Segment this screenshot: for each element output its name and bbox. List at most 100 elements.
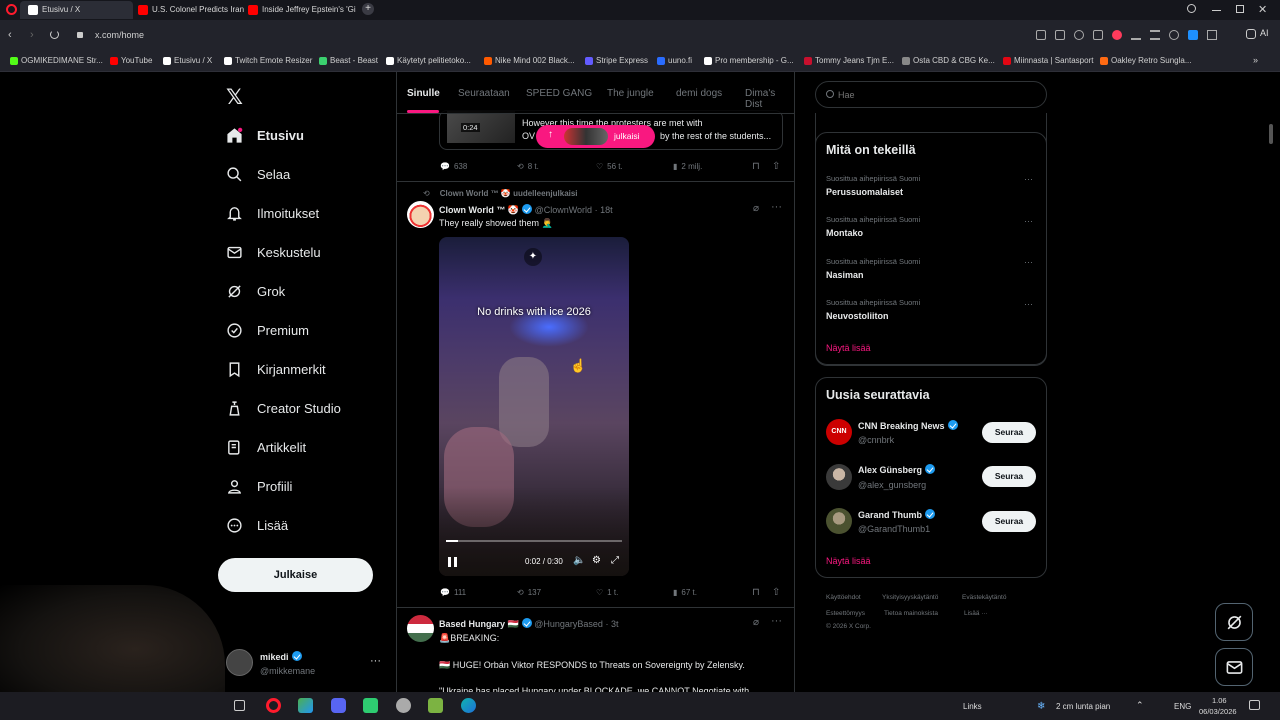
search-box[interactable]: [815, 81, 1047, 108]
bookmark-item[interactable]: Nike Mind 002 Black...: [484, 56, 575, 65]
bookmark-item[interactable]: Oakley Retro Sungla...: [1100, 56, 1191, 65]
account-avatar[interactable]: [226, 649, 253, 676]
bookmark-item[interactable]: OGMIKEDIMANE Str...: [10, 56, 103, 65]
basedhungary-avatar[interactable]: [407, 615, 434, 642]
bookmark-item[interactable]: Beast - Beast: [319, 56, 378, 65]
camera-icon[interactable]: [1055, 30, 1065, 40]
prev-replies[interactable]: 💬 638: [440, 162, 467, 171]
nav-more[interactable]: Lisää: [226, 512, 288, 538]
chevron-up-icon[interactable]: ⌃: [1136, 700, 1144, 711]
tab-speed-gang[interactable]: SPEED GANG: [526, 88, 592, 99]
footer-privacy[interactable]: Yksityisyyskäytäntö: [882, 594, 938, 601]
bookmark-item[interactable]: uuno.fi: [657, 56, 692, 65]
bookmark-item[interactable]: Tommy Jeans Tjm E...: [804, 56, 894, 65]
post1-replies[interactable]: 💬 111: [440, 588, 466, 597]
prev-share-icon[interactable]: ⇧: [772, 161, 780, 172]
notification-icon[interactable]: [1249, 700, 1260, 710]
footer-cookies[interactable]: Evästekäytäntö: [962, 594, 1006, 601]
task-view-icon[interactable]: [234, 700, 245, 711]
play-icon[interactable]: [1093, 30, 1103, 40]
garand-avatar[interactable]: [826, 508, 852, 534]
app-taskbar-icon[interactable]: [298, 698, 313, 713]
alex-avatar[interactable]: [826, 464, 852, 490]
post2-more-button[interactable]: ···: [771, 615, 782, 627]
settings-icon[interactable]: ⚙: [592, 555, 601, 566]
extension-blue-icon[interactable]: [1188, 30, 1198, 40]
follow-name[interactable]: Alex Günsberg: [858, 464, 936, 475]
trend-more-button[interactable]: ···: [1024, 216, 1033, 226]
trends-show-more-link[interactable]: Näytä lisää: [826, 343, 871, 353]
taskbar-language[interactable]: ENG: [1174, 702, 1191, 711]
account-more-button[interactable]: ···: [370, 655, 381, 667]
post1-share-icon[interactable]: ⇧: [772, 587, 780, 598]
follow-button[interactable]: Seuraa: [982, 511, 1036, 532]
opera-logo-icon[interactable]: [6, 4, 17, 15]
tab-demi-dogs[interactable]: demi dogs: [676, 88, 722, 99]
forward-icon[interactable]: ›: [30, 29, 34, 41]
follow-button[interactable]: Seuraa: [982, 466, 1036, 487]
tab-for-you[interactable]: Sinulle: [407, 88, 440, 99]
close-icon[interactable]: ✕: [1258, 3, 1267, 16]
taskbar-links[interactable]: Links: [963, 702, 982, 711]
trend-item[interactable]: Perussuomalaiset: [826, 187, 903, 197]
app-gray-taskbar-icon[interactable]: [396, 698, 411, 713]
tab-dimas-dist[interactable]: Dima's Dist: [745, 88, 794, 110]
bookmark-item[interactable]: Stripe Express: [585, 56, 648, 65]
new-tab-button[interactable]: +: [362, 3, 374, 15]
nav-explore[interactable]: Selaa: [226, 161, 290, 187]
app-green-taskbar-icon[interactable]: [363, 698, 378, 713]
bookmark-item[interactable]: YouTube: [110, 56, 152, 65]
bookmark-item[interactable]: Etusivu / X: [163, 56, 212, 65]
app-play-taskbar-icon[interactable]: [428, 698, 443, 713]
prev-reposts[interactable]: ⟲ 8 t.: [517, 162, 539, 171]
bookmark-item[interactable]: Pro membership - G...: [704, 56, 794, 65]
prev-likes[interactable]: ♡ 56 t.: [596, 162, 623, 171]
nav-profile[interactable]: Profiili: [226, 473, 292, 499]
browser-tab-x[interactable]: Etusivu / X: [20, 1, 133, 19]
grok-action-icon[interactable]: ⌀: [753, 203, 759, 214]
shield-icon[interactable]: [1074, 30, 1084, 40]
nav-articles[interactable]: Artikkelit: [226, 434, 306, 460]
footer-more[interactable]: Lisää ···: [964, 610, 988, 617]
profile-icon[interactable]: [1169, 30, 1179, 40]
follow-name[interactable]: Garand Thumb: [858, 509, 936, 520]
footer-ads-info[interactable]: Tietoa mainoksista: [884, 610, 938, 617]
share-icon[interactable]: [1036, 30, 1046, 40]
nav-bookmarks[interactable]: Kirjanmerkit: [226, 356, 326, 382]
trend-more-button[interactable]: ···: [1024, 299, 1033, 309]
taskbar-time[interactable]: 1.06: [1212, 696, 1227, 705]
opera-taskbar-icon[interactable]: [266, 698, 281, 713]
page-scrollbar[interactable]: [1269, 124, 1273, 144]
follow-button[interactable]: Seuraa: [982, 422, 1036, 443]
address-bar[interactable]: x.com/home: [95, 30, 144, 40]
cnn-avatar[interactable]: CNN: [826, 419, 852, 445]
prev-views[interactable]: ▮ 2 milj.: [673, 162, 702, 171]
discord-taskbar-icon[interactable]: [331, 698, 346, 713]
prev-bookmark-icon[interactable]: ⊓: [752, 161, 760, 172]
post1-more-button[interactable]: ···: [771, 201, 782, 213]
video-progress-track[interactable]: [446, 540, 622, 542]
messages-float-button[interactable]: [1215, 648, 1253, 686]
follow-show-more-link[interactable]: Näytä lisää: [826, 556, 871, 566]
follow-name[interactable]: CNN Breaking News: [858, 420, 958, 431]
nav-grok[interactable]: Grok: [226, 278, 285, 304]
x-logo-icon[interactable]: 𝕏: [226, 85, 243, 109]
post1-views[interactable]: ▮ 67 t.: [673, 588, 697, 597]
bookmark-item[interactable]: Käytetyt pelitietoko...: [386, 56, 471, 65]
volume-icon[interactable]: 🔈: [573, 555, 585, 566]
footer-accessibility[interactable]: Esteettömyys: [826, 610, 865, 617]
tab-following[interactable]: Seuraataan: [458, 88, 510, 99]
post1-bookmark-icon[interactable]: ⊓: [752, 587, 760, 598]
browser-search-icon[interactable]: [1187, 4, 1196, 13]
heart-icon[interactable]: [1112, 30, 1122, 40]
prev-post-thumbnail[interactable]: [447, 111, 515, 143]
tab-the-jungle[interactable]: The jungle: [607, 88, 654, 99]
download-icon[interactable]: [1131, 30, 1141, 40]
cube-icon[interactable]: [1207, 30, 1217, 40]
post1-video[interactable]: ✦ No drinks with ice 2026 0:02 / 0:30 🔈 …: [439, 237, 629, 576]
bookmark-item[interactable]: Miinnasta | Santasport: [1003, 56, 1093, 65]
ai-button[interactable]: AI: [1246, 28, 1269, 39]
post1-reposts[interactable]: ⟲ 137: [517, 588, 541, 597]
post-button[interactable]: Julkaise: [218, 558, 373, 592]
grok-action-icon[interactable]: ⌀: [753, 617, 759, 628]
